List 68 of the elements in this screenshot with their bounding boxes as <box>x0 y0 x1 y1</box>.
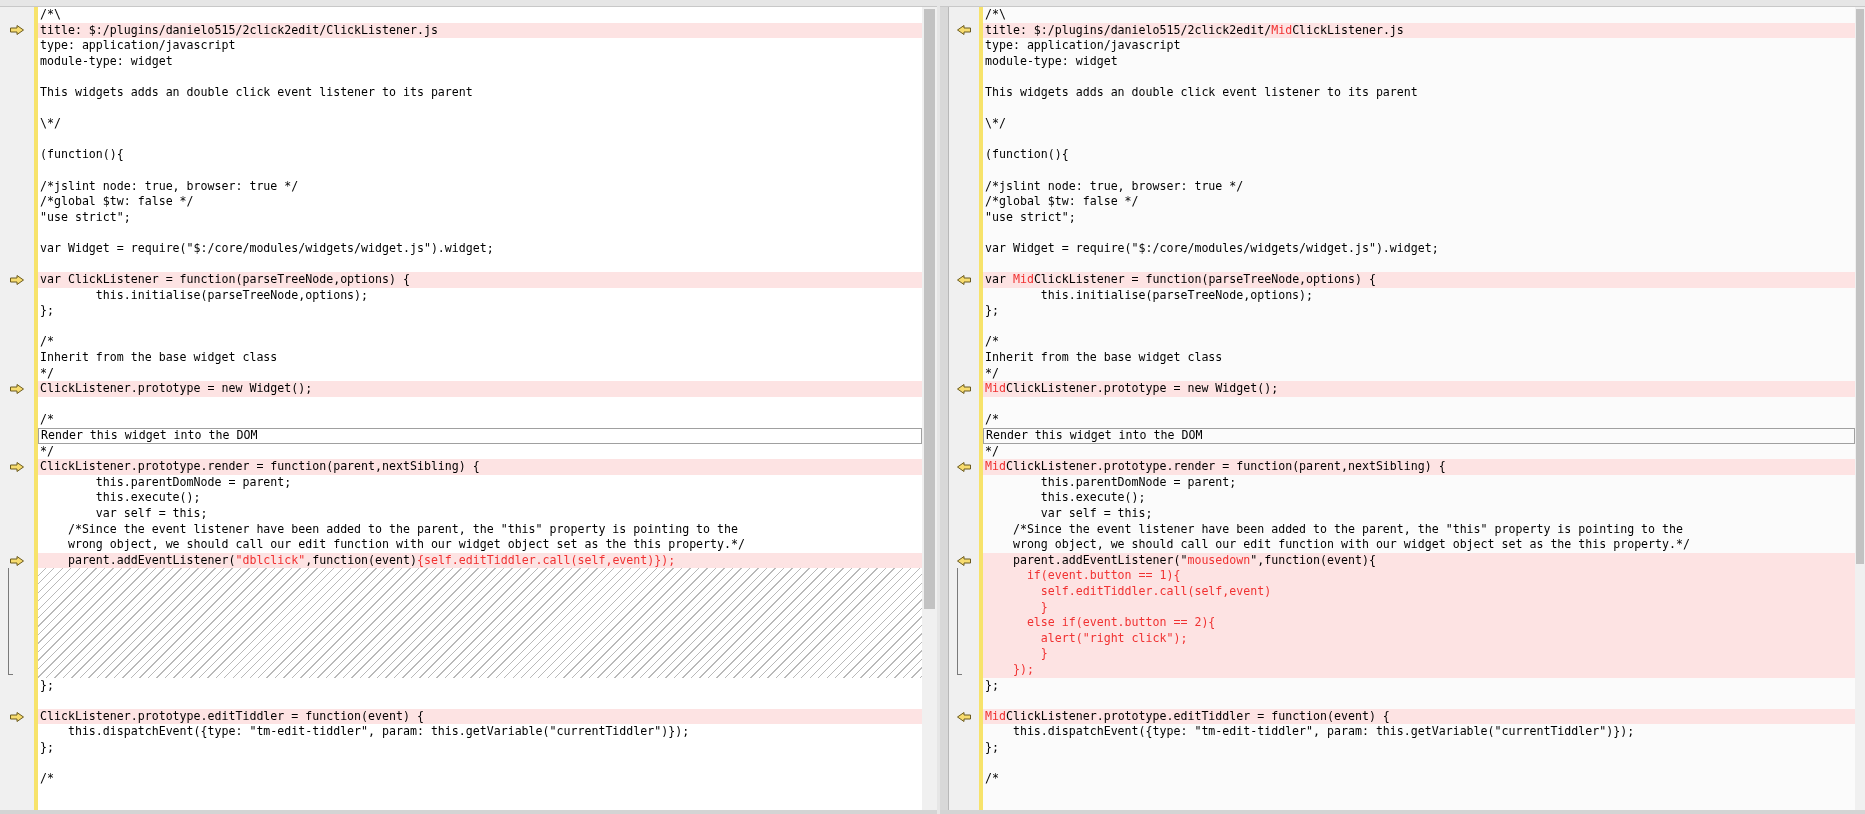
vertical-scrollbar[interactable] <box>922 7 937 810</box>
code-line: this.parentDomNode = parent; <box>94 474 293 491</box>
code-line: /*global $tw: false */ <box>984 194 1140 210</box>
code-line: */ <box>39 365 55 382</box>
code-line: this.dispatchEvent({type: "tm-edit-tiddler", param: this.getVariable("currentTiddler")}); <box>66 724 691 740</box>
right-arrow-icon[interactable] <box>10 25 24 36</box>
code-line: Inherit from the base widget class <box>39 350 279 366</box>
right-arrow-icon[interactable] <box>10 462 24 472</box>
scrollbar-thumb[interactable] <box>924 9 935 609</box>
code-line: /* <box>39 771 55 787</box>
code-line: /*jslint node: true, browser: true */ <box>39 178 300 195</box>
code-line: This widgets adds an double click event listener to its parent <box>39 84 474 101</box>
code-line: /*jslint node: true, browser: true */ <box>984 178 1245 195</box>
code-line: "use strict"; <box>984 209 1077 226</box>
right-arrow-icon[interactable] <box>10 384 24 395</box>
code-line: */ <box>984 365 1000 382</box>
left-arrow-icon[interactable] <box>957 462 971 472</box>
code-line: type: application/javascript <box>984 38 1182 54</box>
left-arrow-icon[interactable] <box>957 274 971 285</box>
code-line: var Widget = require("$:/core/modules/widgets/widget.js").widget; <box>39 240 495 257</box>
code-line: module-type: widget <box>39 53 174 70</box>
code-line: /* <box>984 771 1000 787</box>
code-line: (function(){ <box>39 147 125 163</box>
left-arrow-icon[interactable] <box>957 711 971 722</box>
code-line: wrong object, we should call our edit function with our widget object set as the this property.*/ <box>66 537 746 553</box>
code-line: /* <box>984 334 1000 351</box>
code-line: var self = this; <box>94 506 209 522</box>
code-line: this.parentDomNode = parent; <box>1039 474 1238 491</box>
code-line: /*global $tw: false */ <box>39 194 195 210</box>
code-line: this.execute(); <box>94 490 202 506</box>
code-line: }; <box>984 739 1000 756</box>
right-arrow-icon[interactable] <box>10 274 24 285</box>
code-line: (function(){ <box>984 147 1070 163</box>
right-arrow-icon[interactable] <box>10 555 24 566</box>
code-line: \*/ <box>984 116 1007 132</box>
code-line: wrong object, we should call our edit function with our widget object set as the this property.*/ <box>1011 537 1691 553</box>
code-line: }; <box>39 739 55 756</box>
code-line: This widgets adds an double click event listener to its parent <box>984 84 1419 101</box>
left-arrow-icon[interactable] <box>957 384 971 395</box>
code-line: */ <box>984 443 1000 460</box>
code-line: this.execute(); <box>1039 490 1147 506</box>
code-line: this.dispatchEvent({type: "tm-edit-tiddler", param: this.getVariable("currentTiddler")}); <box>1011 724 1636 740</box>
left-arrow-icon[interactable] <box>957 555 971 566</box>
code-line: /*\ <box>984 7 1007 23</box>
code-line: }; <box>39 677 55 694</box>
code-line: }; <box>984 677 1000 694</box>
right-arrow-icon[interactable] <box>10 711 24 722</box>
code-line: \*/ <box>39 116 62 132</box>
code-line: type: application/javascript <box>39 38 237 54</box>
code-line: module-type: widget <box>984 53 1119 70</box>
code-line: this.initialise(parseTreeNode,options); <box>94 287 370 304</box>
code-line: /* <box>39 334 55 351</box>
code-line: "use strict"; <box>39 209 132 226</box>
code-line: /*Since the event listener have been added to the parent, the "this" property is pointing to the <box>1011 521 1684 538</box>
code-line: Inherit from the base widget class <box>984 350 1224 366</box>
code-line: var self = this; <box>1039 506 1154 522</box>
code-line: /*Since the event listener have been added to the parent, the "this" property is pointing to the <box>66 521 739 538</box>
vertical-scrollbar[interactable] <box>1855 7 1865 810</box>
code-line: this.initialise(parseTreeNode,options); <box>1039 287 1315 304</box>
code-line: */ <box>39 443 55 460</box>
left-arrow-icon[interactable] <box>957 25 971 36</box>
code-line: var Widget = require("$:/core/modules/widgets/widget.js").widget; <box>984 240 1440 257</box>
code-line: /*\ <box>39 7 62 23</box>
scrollbar-thumb[interactable] <box>1856 9 1864 564</box>
code-line: /* <box>39 412 55 429</box>
code-line: }; <box>984 303 1000 319</box>
code-line: }; <box>39 303 55 319</box>
code-line: /* <box>984 412 1000 429</box>
